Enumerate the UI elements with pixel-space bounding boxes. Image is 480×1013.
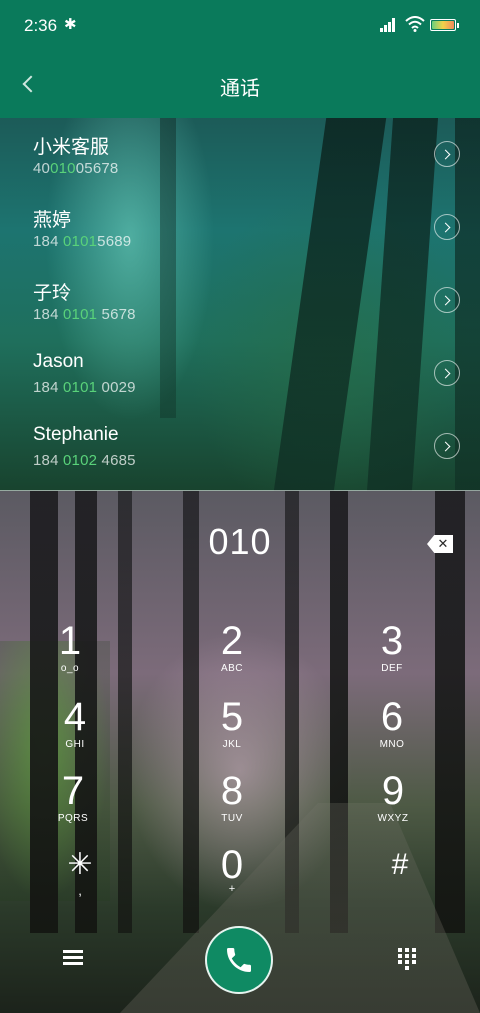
contact-detail-icon[interactable] bbox=[434, 360, 460, 386]
contact-number: 184 0101 0029 bbox=[33, 379, 136, 396]
contact-name: Jason bbox=[33, 351, 84, 372]
app-header: 通话 bbox=[0, 52, 480, 118]
contact-name: 子玲 bbox=[33, 283, 72, 304]
key-3[interactable]: 3 DEF bbox=[332, 619, 452, 695]
key-hash[interactable]: # bbox=[340, 843, 460, 919]
key-4[interactable]: 4 GHI bbox=[15, 695, 135, 771]
contact-number: 4001005678 bbox=[33, 160, 119, 177]
key-9[interactable]: 9 WXYZ bbox=[333, 769, 453, 845]
key-2[interactable]: 2 ABC bbox=[172, 619, 292, 695]
bluetooth-icon: ✱ bbox=[64, 16, 77, 33]
contact-name: 燕婷 bbox=[33, 210, 72, 231]
contact-name: Stephanie bbox=[33, 424, 119, 445]
key-7[interactable]: 7 PQRS bbox=[13, 769, 133, 845]
key-5[interactable]: 5 JKL bbox=[172, 695, 292, 771]
signal-icon bbox=[380, 18, 400, 32]
key-1[interactable]: 1 ᴏ_ᴏ bbox=[10, 619, 130, 695]
call-item[interactable]: 燕婷 184 01015689 bbox=[0, 191, 480, 264]
call-item[interactable]: Stephanie 184 0102 4685 bbox=[0, 410, 480, 483]
call-item[interactable]: 小米客服 4001005678 bbox=[0, 118, 480, 191]
contact-detail-icon[interactable] bbox=[434, 141, 460, 167]
contact-detail-icon[interactable] bbox=[434, 287, 460, 313]
key-star[interactable]: ✳, bbox=[20, 843, 140, 919]
call-button[interactable] bbox=[205, 926, 273, 994]
page-title: 通话 bbox=[220, 78, 260, 100]
dialed-number[interactable]: 010 bbox=[0, 521, 480, 563]
key-6[interactable]: 6 MNO bbox=[332, 695, 452, 771]
battery-icon bbox=[430, 19, 459, 31]
recent-calls-list: 小米客服 4001005678 燕婷 184 01015689 子玲 184 0… bbox=[0, 118, 480, 491]
call-item[interactable]: 子玲 184 0101 5678 bbox=[0, 264, 480, 337]
key-0[interactable]: 0 + bbox=[172, 843, 292, 919]
contact-detail-icon[interactable] bbox=[434, 214, 460, 240]
keypad-icon[interactable] bbox=[398, 948, 416, 970]
contact-number: 184 01015689 bbox=[33, 233, 132, 250]
key-8[interactable]: 8 TUV bbox=[172, 769, 292, 845]
contact-name: 小米客服 bbox=[33, 137, 110, 158]
status-bar: 2:36 ✱ bbox=[0, 0, 480, 52]
contact-number: 184 0101 5678 bbox=[33, 306, 136, 323]
call-item[interactable]: Jason 184 0101 0029 bbox=[0, 337, 480, 410]
dialer-bottom-bar bbox=[0, 915, 480, 1005]
wifi-icon bbox=[405, 16, 425, 32]
contact-detail-icon[interactable] bbox=[434, 433, 460, 459]
status-time: 2:36 bbox=[24, 16, 58, 35]
menu-icon[interactable] bbox=[63, 950, 83, 966]
phone-icon bbox=[227, 948, 251, 972]
contact-number: 184 0102 4685 bbox=[33, 452, 136, 469]
